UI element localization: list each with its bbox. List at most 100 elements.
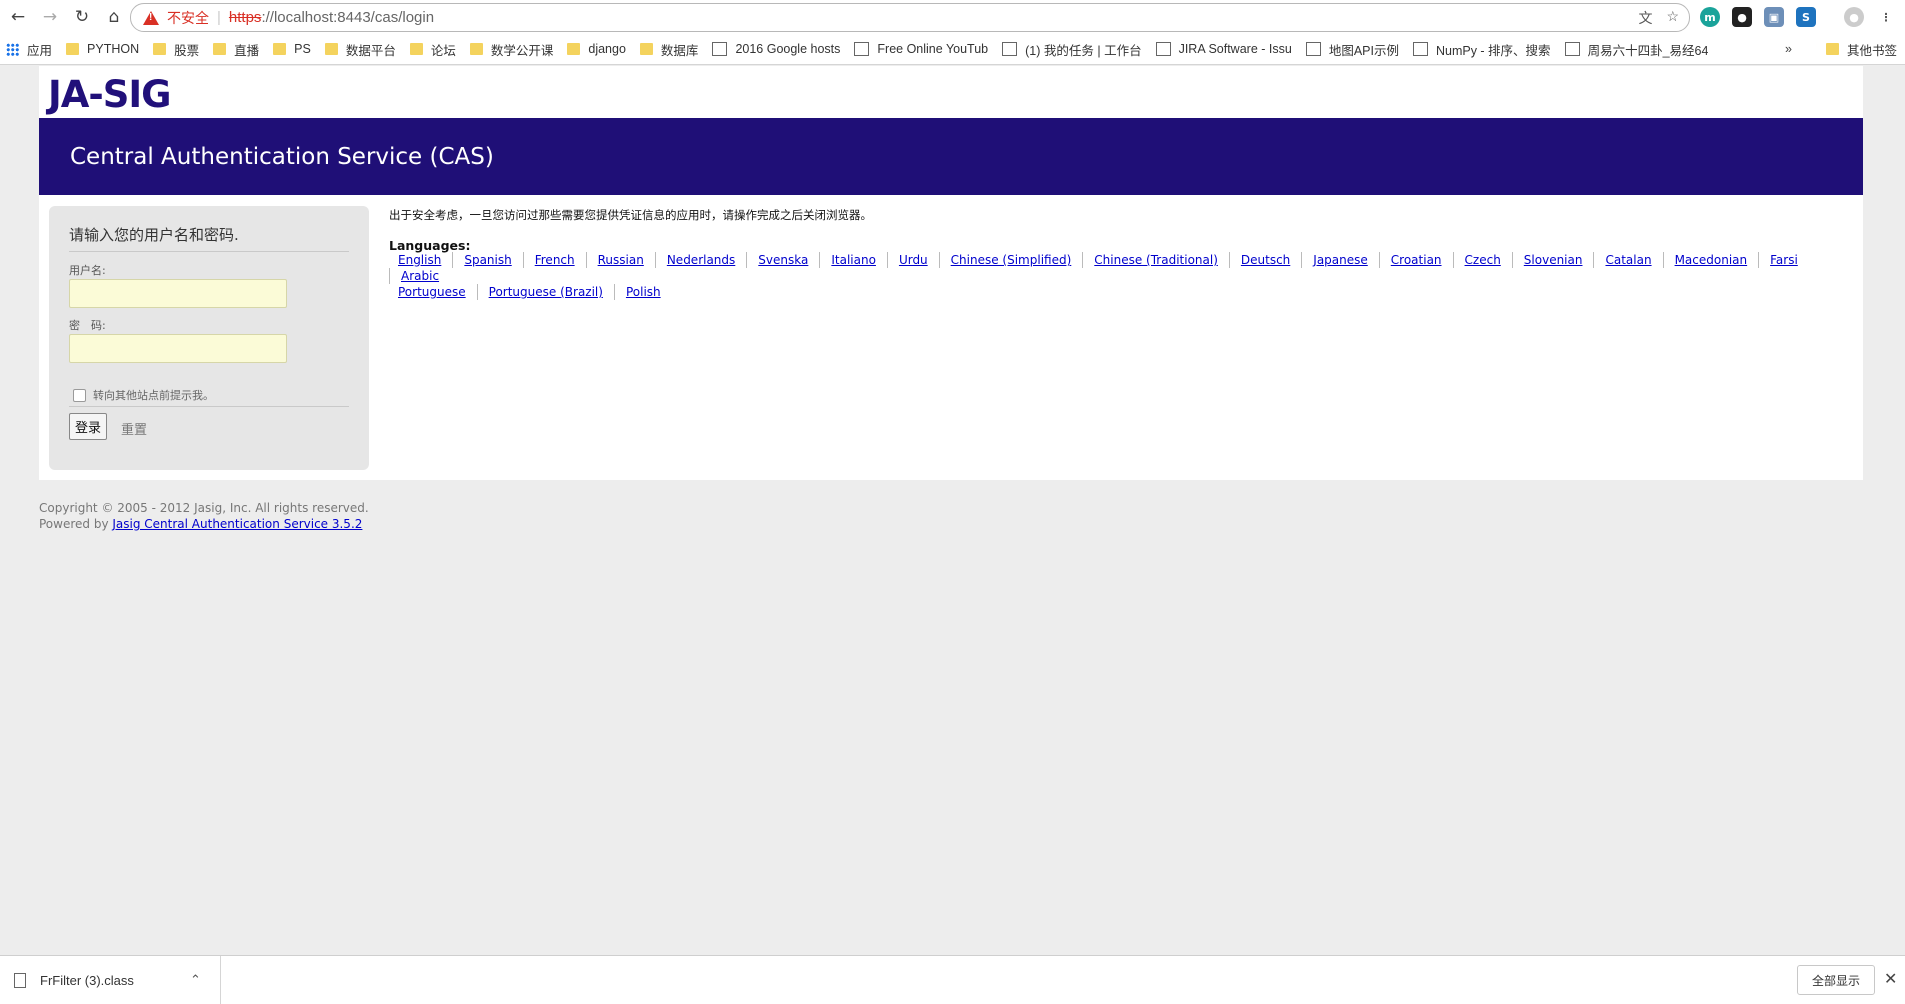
language-link[interactable]: Portuguese xyxy=(389,284,477,300)
language-link[interactable]: Macedonian xyxy=(1662,252,1759,268)
extension-s-icon[interactable]: S xyxy=(1796,7,1816,27)
folder-icon xyxy=(213,43,227,55)
download-item[interactable]: FrFilter (3).class ⌃ xyxy=(0,956,221,1004)
reload-icon[interactable]: ↻ xyxy=(68,3,96,31)
bookmark-item[interactable]: PS xyxy=(273,42,311,56)
extensions: m ● ▣ S ● ⋮ xyxy=(1700,7,1896,27)
extension-glasses-icon[interactable]: ● xyxy=(1732,7,1752,27)
language-link[interactable]: Deutsch xyxy=(1228,252,1301,268)
bookmark-label: JIRA Software - Issu xyxy=(1178,42,1292,56)
folder-icon xyxy=(409,43,423,55)
home-icon[interactable]: ⌂ xyxy=(100,3,128,31)
bookmark-item[interactable]: 数据平台 xyxy=(324,40,396,59)
jasig-logo: JA-SIG xyxy=(48,73,172,116)
language-link[interactable]: Japanese xyxy=(1301,252,1379,268)
cas-version-link[interactable]: Jasig Central Authentication Service 3.5… xyxy=(112,517,362,531)
login-form: 请输入您的用户名和密码. 用户名: 密 码: 转向其他站点前提示我。 登录 重置 xyxy=(49,206,369,470)
bookmark-item[interactable]: 数学公开课 xyxy=(469,40,553,59)
language-link[interactable]: Svenska xyxy=(746,252,819,268)
language-link[interactable]: French xyxy=(522,252,586,268)
language-link[interactable]: Italiano xyxy=(819,252,887,268)
language-link[interactable]: Slovenian xyxy=(1511,252,1594,268)
bookmark-label: django xyxy=(588,42,626,56)
language-link[interactable]: Portuguese (Brazil) xyxy=(476,284,614,300)
bookmark-label: NumPy - 排序、搜索 xyxy=(1435,43,1551,58)
bookmark-item[interactable]: 直播 xyxy=(213,40,259,59)
page-icon xyxy=(712,42,728,56)
url-text: ://localhost:8443/cas/login xyxy=(261,9,435,26)
menu-icon[interactable]: ⋮ xyxy=(1876,7,1896,27)
header-banner: Central Authentication Service (CAS) xyxy=(39,118,1863,195)
browser-toolbar: ← → ↻ ⌂ 不安全 | https ://localhost:8443/ca… xyxy=(0,0,1905,34)
folder-icon xyxy=(324,43,338,55)
show-all-downloads-button[interactable]: 全部显示 xyxy=(1797,965,1875,995)
bookmark-label: 数据库 xyxy=(660,43,699,58)
bookmark-item[interactable]: 应用 xyxy=(0,40,52,59)
username-field[interactable] xyxy=(69,279,287,308)
language-link[interactable]: Arabic xyxy=(389,268,450,284)
bookmark-item[interactable]: 地图API示例 xyxy=(1305,40,1399,59)
divider xyxy=(69,406,349,407)
language-list: English Spanish French Russian Nederlands Sve… xyxy=(389,252,1859,300)
login-heading: 请输入您的用户名和密码. xyxy=(69,226,239,244)
copyright-text: Copyright © 2005 - 2012 Jasig, Inc. All … xyxy=(39,501,369,515)
bookmark-item[interactable]: NumPy - 排序、搜索 xyxy=(1412,40,1551,59)
profile-avatar-icon[interactable]: ● xyxy=(1844,7,1864,27)
language-link[interactable]: Catalan xyxy=(1593,252,1662,268)
language-link[interactable]: Farsi xyxy=(1758,252,1809,268)
bookmark-star-icon[interactable]: ☆ xyxy=(1666,8,1679,28)
file-icon xyxy=(14,972,26,988)
bookmark-label: 地图API示例 xyxy=(1328,43,1399,58)
language-link[interactable]: English xyxy=(389,252,452,268)
other-bookmarks-folder[interactable]: 其他书签 xyxy=(1825,40,1897,59)
chevron-up-icon[interactable]: ⌃ xyxy=(190,972,201,988)
bookmark-label: PYTHON xyxy=(87,42,140,56)
bookmark-item[interactable]: 2016 Google hosts xyxy=(712,42,840,56)
warn-checkbox[interactable] xyxy=(73,389,86,402)
bookmark-item[interactable]: JIRA Software - Issu xyxy=(1155,42,1292,56)
language-link[interactable]: Urdu xyxy=(886,252,939,268)
reset-button[interactable]: 重置 xyxy=(121,419,147,438)
login-button[interactable]: 登录 xyxy=(69,413,107,440)
bookmark-label: Free Online YouTub xyxy=(877,42,989,56)
language-link[interactable]: Croatian xyxy=(1378,252,1453,268)
language-link[interactable]: Nederlands xyxy=(654,252,746,268)
bookmark-item[interactable]: 数据库 xyxy=(639,40,699,59)
bookmark-label: 周易六十四卦_易经64 xyxy=(1587,43,1709,58)
folder-icon xyxy=(66,43,80,55)
powered-by: Powered by Jasig Central Authentication … xyxy=(39,516,369,532)
username-label: 用户名: xyxy=(69,264,106,277)
extension-m-icon[interactable]: m xyxy=(1700,7,1720,27)
bookmark-item[interactable]: PYTHON xyxy=(66,42,139,56)
language-link[interactable]: Czech xyxy=(1452,252,1512,268)
download-bar: FrFilter (3).class ⌃ 全部显示 ✕ xyxy=(0,955,1905,1004)
url-scheme: https xyxy=(228,9,262,26)
bookmark-label: 数据平台 xyxy=(345,43,396,58)
extension-window-icon[interactable]: ▣ xyxy=(1764,7,1784,27)
bookmark-item[interactable]: django xyxy=(567,42,626,56)
language-link[interactable]: Russian xyxy=(585,252,655,268)
translate-icon[interactable]: 文 xyxy=(1638,8,1652,28)
apps-grid-icon xyxy=(6,42,19,56)
back-icon[interactable]: ← xyxy=(4,3,32,31)
folder-icon xyxy=(153,43,167,55)
forward-icon[interactable]: → xyxy=(36,3,64,31)
bookmark-item[interactable]: Free Online YouTub xyxy=(854,42,988,56)
bookmark-item[interactable]: (1) 我的任务 | 工作台 xyxy=(1002,40,1142,59)
language-link[interactable]: Chinese (Traditional) xyxy=(1082,252,1229,268)
banner-title: Central Authentication Service (CAS) xyxy=(70,144,494,170)
password-field[interactable] xyxy=(69,334,287,363)
bookmarks-bar: 应用 PYTHON 股票 直播 PS 数据平台 论坛 数学公开课 django 数据库 2016 G… xyxy=(0,34,1905,65)
warn-label: 转向其他站点前提示我。 xyxy=(93,389,214,402)
bookmark-item[interactable]: 周易六十四卦_易经64 xyxy=(1564,40,1709,59)
bookmark-item[interactable]: 股票 xyxy=(153,40,199,59)
close-icon[interactable]: ✕ xyxy=(1884,969,1897,989)
language-link[interactable]: Polish xyxy=(613,284,672,300)
language-link[interactable]: Chinese (Simplified) xyxy=(938,252,1083,268)
languages-heading: Languages: xyxy=(389,238,471,253)
language-link[interactable]: Spanish xyxy=(452,252,522,268)
page-footer: Copyright © 2005 - 2012 Jasig, Inc. All … xyxy=(39,500,369,532)
address-bar[interactable]: 不安全 | https ://localhost:8443/cas/login … xyxy=(130,3,1690,32)
bookmark-item[interactable]: 论坛 xyxy=(409,40,456,59)
bookmarks-overflow-icon[interactable]: » xyxy=(1785,42,1792,56)
